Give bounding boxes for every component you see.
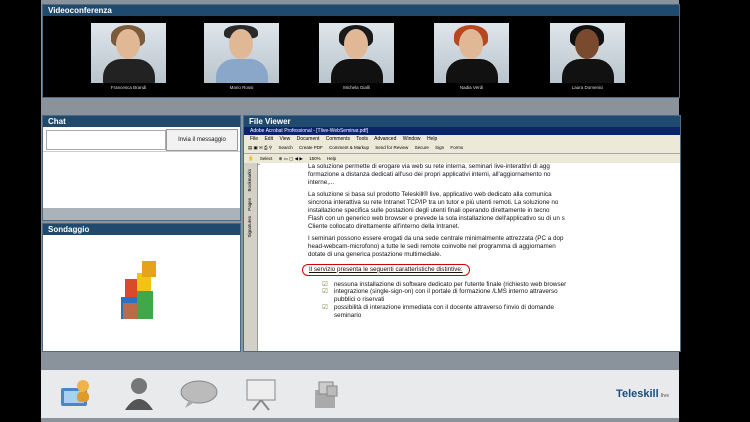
doc-paragraph: I seminari possono essere erogati da una…	[308, 235, 564, 258]
doc-paragraph: La soluzione permette di erogare via web…	[308, 163, 551, 186]
menu-item[interactable]: View	[279, 136, 290, 142]
checkbox-icon: ☑	[322, 288, 328, 296]
menu-item[interactable]: Document	[297, 136, 320, 142]
list-item: ☑ integrazione (single-sign-on) con il po…	[322, 288, 558, 296]
highlighted-heading: Il servizio presenta le seguenti caratte…	[302, 263, 470, 276]
chat-log	[43, 151, 240, 208]
secure-button[interactable]: Secure	[415, 143, 429, 153]
participant-name: Mario Rossi	[229, 85, 254, 90]
file-viewer-panel: File Viewer Adobe Acrobat Professional -…	[243, 115, 681, 352]
menu-item[interactable]: Window	[403, 136, 421, 142]
participant-video[interactable]: Mario Rossi	[204, 23, 279, 95]
menu-item[interactable]: Edit	[264, 136, 273, 142]
whiteboard-icon[interactable]	[241, 376, 281, 412]
menu-item[interactable]: Help	[427, 136, 437, 142]
participant-video[interactable]: Michela Gialli	[319, 23, 394, 95]
toolbar-icons[interactable]: ▤ ▣ ✉ ⎙ ⚲	[248, 143, 272, 153]
chat-bubble-icon[interactable]	[179, 376, 219, 412]
list-item: pubblici o riservati	[334, 296, 385, 304]
poll-panel: Sondaggio	[42, 223, 241, 352]
checkbox-icon: ☑	[322, 280, 328, 288]
documents-icon[interactable]	[305, 376, 345, 412]
panel-title: Videoconferenza	[43, 5, 679, 16]
acrobat-side-tabs: Bookmarks Pages Signatures	[244, 163, 258, 351]
users-computer-icon[interactable]	[55, 376, 95, 412]
search-button[interactable]: Search	[278, 143, 292, 153]
send-message-button[interactable]: Invia il messaggio	[166, 129, 238, 151]
list-item: ☑ possibilità di interazione immediata co…	[322, 303, 554, 311]
participant-name: Michela Gialli	[343, 85, 370, 90]
menu-item[interactable]: File	[250, 136, 258, 142]
chat-panel: Chat Invia il messaggio	[42, 115, 241, 221]
doc-highlight: Il servizio presenta le seguenti caratte…	[302, 263, 680, 276]
chat-message-input[interactable]	[46, 130, 166, 150]
doc-paragraph: La soluzione si basa sul prodotto Telesk…	[308, 191, 565, 230]
teleskill-logo: Teleskill live	[616, 388, 669, 400]
menu-item[interactable]: Comments	[326, 136, 350, 142]
sign-button[interactable]: Sign	[435, 143, 444, 153]
panel-title: Sondaggio	[43, 224, 240, 235]
acrobat-menu-bar: File Edit View Document Comments Tools A…	[244, 135, 680, 143]
menu-item[interactable]: Tools	[356, 136, 368, 142]
participant-name: Laura Domenici	[571, 85, 604, 90]
app-window: Videoconferenza Francesca Brandi Mario R…	[41, 0, 681, 422]
send-for-review-button[interactable]: Send for Review	[375, 143, 408, 153]
participant-name: Nadia Verdi	[459, 85, 484, 90]
feature-list: ☑ nessuna installazione di software dedic…	[322, 281, 680, 320]
list-item: seminario	[334, 311, 362, 319]
participant-video[interactable]: Nadia Verdi	[434, 23, 509, 95]
side-tab-signatures[interactable]: Signatures	[247, 216, 252, 238]
panel-title: Chat	[43, 116, 240, 127]
pdf-document: La soluzione permette di erogare via web…	[260, 163, 680, 351]
videoconference-panel: Videoconferenza Francesca Brandi Mario R…	[42, 4, 680, 98]
participant-video[interactable]: Laura Domenici	[550, 23, 625, 95]
presenter-icon[interactable]	[119, 376, 159, 412]
side-tab-pages[interactable]: Pages	[247, 198, 252, 211]
acrobat-title-bar: Adobe Acrobat Professional - [Tlive-WebS…	[244, 127, 680, 135]
list-item: ☑ nessuna installazione di software dedic…	[322, 280, 567, 288]
panel-title: File Viewer	[244, 116, 680, 127]
comment-markup-button[interactable]: Comment & Markup	[329, 143, 369, 153]
checkbox-icon: ☑	[322, 303, 328, 311]
bottom-dock: Teleskill live	[41, 370, 679, 418]
poll-blocks-icon	[121, 261, 156, 319]
participants-row: Francesca Brandi Mario Rossi Michela Gia…	[43, 23, 679, 93]
acrobat-toolbar: ▤ ▣ ✉ ⎙ ⚲ Search Create PDF Comment & Ma…	[244, 143, 680, 154]
menu-item[interactable]: Advanced	[374, 136, 396, 142]
forms-button[interactable]: Forms	[450, 143, 463, 153]
participant-video[interactable]: Francesca Brandi	[91, 23, 166, 95]
create-pdf-button[interactable]: Create PDF	[299, 143, 323, 153]
chat-footer	[43, 208, 240, 220]
side-tab-bookmarks[interactable]: Bookmarks	[247, 169, 252, 192]
participant-name: Francesca Brandi	[110, 85, 147, 90]
